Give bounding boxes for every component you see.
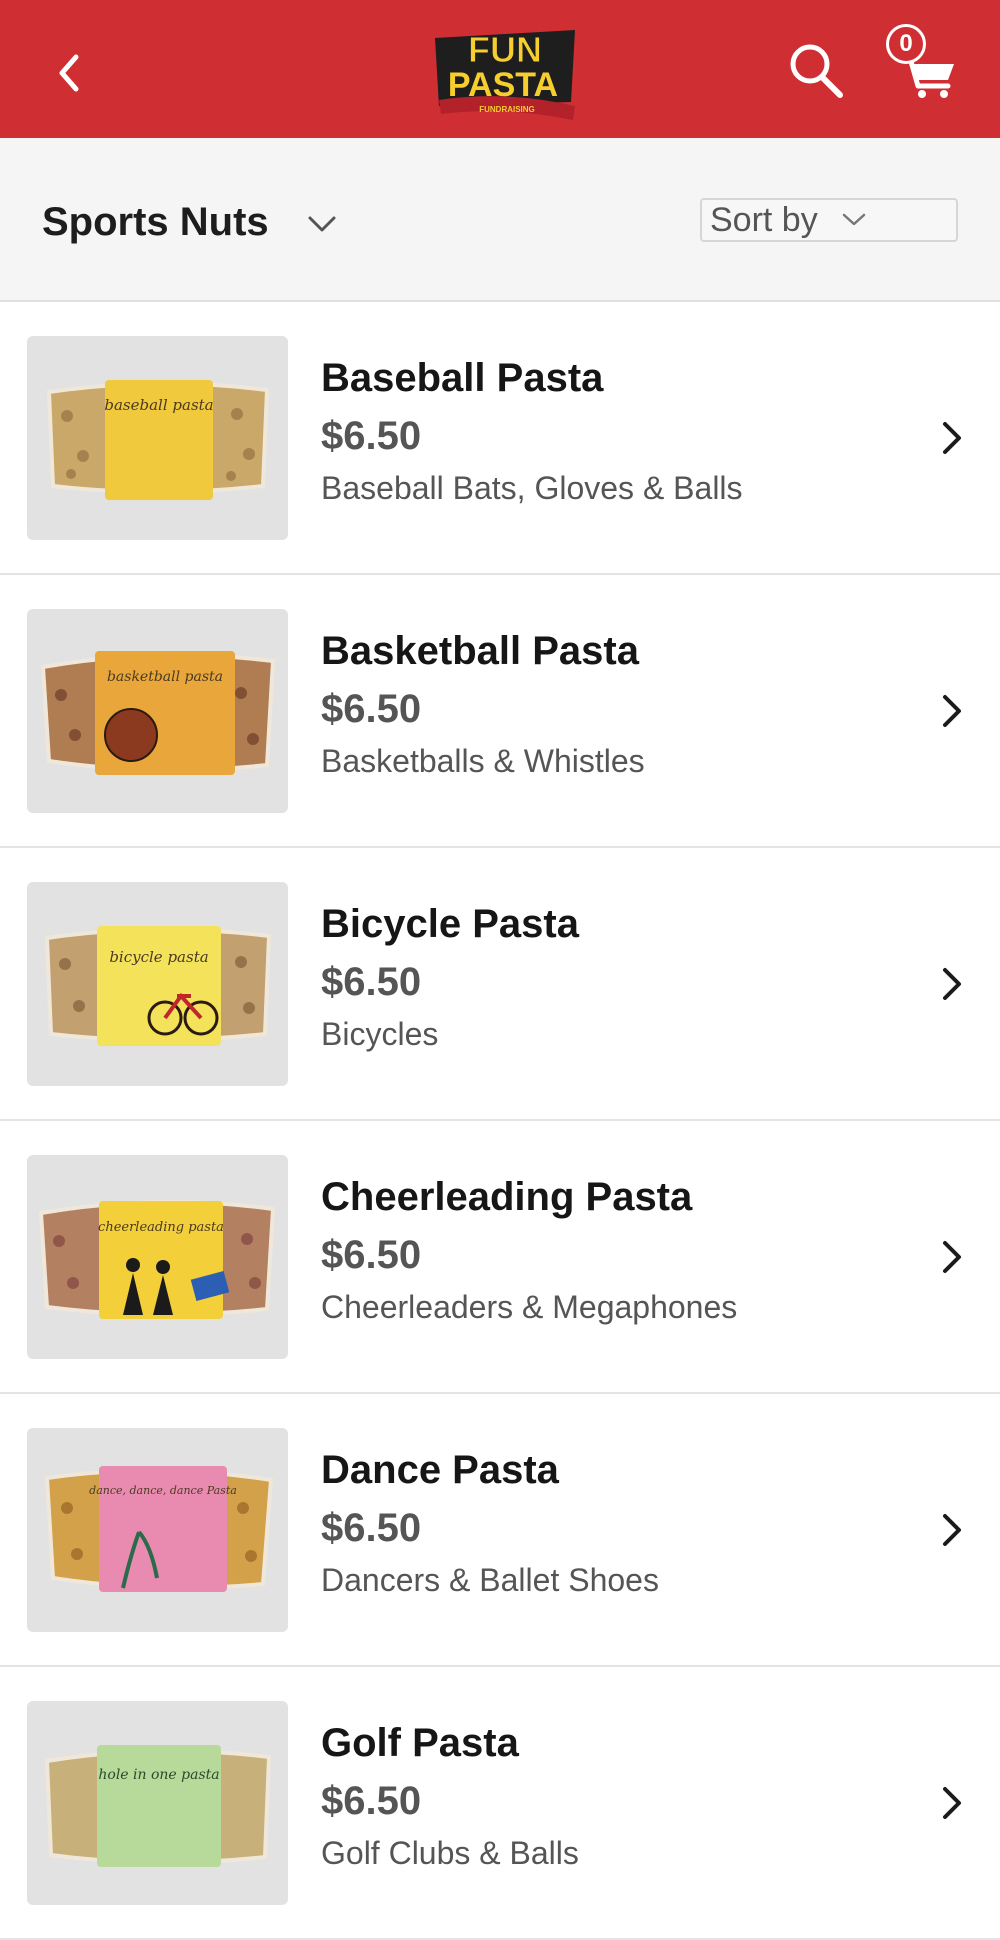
product-price: $6.50 — [321, 1506, 422, 1550]
back-button[interactable] — [48, 44, 90, 102]
package-text: baseball pasta — [104, 396, 213, 414]
product-name: Basketball Pasta — [321, 629, 639, 673]
chevron-right-icon — [943, 1787, 961, 1819]
product-description: Dancers & Ballet Shoes — [321, 1562, 659, 1598]
logo-text-line1: FUN — [468, 29, 542, 70]
cart-button[interactable]: 0 — [880, 20, 958, 102]
product-description: Baseball Bats, Gloves & Balls — [321, 470, 743, 506]
product-price: $6.50 — [321, 1779, 422, 1823]
product-price: $6.50 — [321, 687, 422, 731]
sort-by-dropdown[interactable]: Sort by — [700, 198, 958, 242]
package-text: cheerleading pasta — [98, 1220, 224, 1235]
product-price: $6.50 — [321, 960, 422, 1004]
search-icon — [790, 44, 843, 98]
product-description: Bicycles — [321, 1016, 439, 1052]
chevron-left-icon — [59, 54, 79, 92]
product-name: Bicycle Pasta — [321, 902, 579, 946]
package-text: bicycle pasta — [109, 948, 208, 966]
chevron-down-icon — [308, 216, 336, 232]
cart-count-badge: 0 — [886, 24, 926, 64]
fun-pasta-logo[interactable]: FUN PASTA FUNDRAISING — [425, 18, 585, 124]
product-row[interactable]: bicycle pasta Bicycle Pasta $6.50 Bicycl… — [0, 848, 1000, 1121]
package-label — [97, 926, 221, 1046]
filter-bar: Sports Nuts Sort by — [0, 138, 1000, 302]
product-row[interactable]: basketball pasta Basketball Pasta $6.50 … — [0, 575, 1000, 848]
logo-ribbon-text: FUNDRAISING — [479, 105, 535, 114]
product-row[interactable]: baseball pasta Baseball Pasta $6.50 Base… — [0, 302, 1000, 575]
product-image: basketball pasta — [27, 609, 288, 813]
chevron-right-icon — [943, 695, 961, 727]
package-text: dance, dance, dance Pasta — [89, 1484, 237, 1497]
chevron-down-icon — [842, 213, 865, 226]
product-list: baseball pasta Baseball Pasta $6.50 Base… — [0, 302, 1000, 1940]
chevron-right-icon — [943, 422, 961, 454]
product-row[interactable]: dance, dance, dance Pasta Dance Pasta $6… — [0, 1394, 1000, 1667]
product-image: bicycle pasta — [27, 882, 288, 1086]
product-image: baseball pasta — [27, 336, 288, 540]
product-row[interactable]: cheerleading pasta Cheerleading Pasta $6… — [0, 1121, 1000, 1394]
chevron-right-icon — [943, 1514, 961, 1546]
product-name: Baseball Pasta — [321, 356, 604, 400]
app-header: FUN PASTA FUNDRAISING 0 — [0, 0, 1000, 138]
product-image: dance, dance, dance Pasta — [27, 1428, 288, 1632]
chevron-right-icon — [943, 968, 961, 1000]
sort-by-label: Sort by — [710, 200, 818, 239]
product-name: Dance Pasta — [321, 1448, 559, 1492]
product-description: Basketballs & Whistles — [321, 743, 645, 779]
product-image: cheerleading pasta — [27, 1155, 288, 1359]
product-name: Golf Pasta — [321, 1721, 519, 1765]
product-image: hole in one pasta — [27, 1701, 288, 1905]
product-price: $6.50 — [321, 1233, 422, 1277]
product-row[interactable]: hole in one pasta Golf Pasta $6.50 Golf … — [0, 1667, 1000, 1940]
package-text: hole in one pasta — [98, 1767, 219, 1783]
chevron-right-icon — [943, 1241, 961, 1273]
product-price: $6.50 — [321, 414, 422, 458]
product-description: Cheerleaders & Megaphones — [321, 1289, 738, 1325]
package-label — [97, 1745, 221, 1867]
product-description: Golf Clubs & Balls — [321, 1835, 579, 1871]
product-name: Cheerleading Pasta — [321, 1175, 693, 1219]
category-label: Sports Nuts — [42, 199, 269, 244]
package-text: basketball pasta — [107, 669, 223, 685]
category-dropdown[interactable]: Sports Nuts — [42, 192, 337, 252]
search-button[interactable] — [786, 40, 848, 102]
